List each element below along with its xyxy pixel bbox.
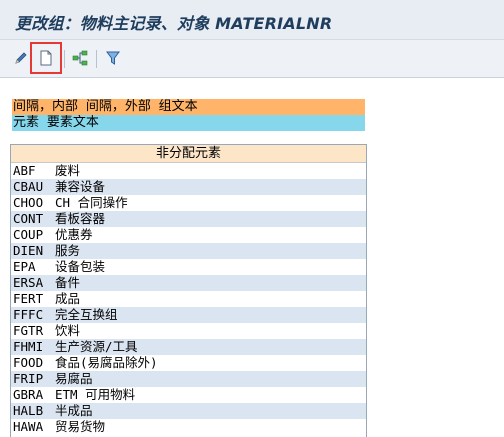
element-text: 服务 <box>55 243 81 258</box>
list-item[interactable]: CBAU 兼容设备 <box>11 179 366 195</box>
element-text: 饮料 <box>55 323 81 338</box>
list-item[interactable]: FHMI 生产资源/工具 <box>11 339 366 355</box>
list-item[interactable]: FFFC 完全互换组 <box>11 307 366 323</box>
element-text: 兼容设备 <box>55 179 106 194</box>
element-code: CBAU <box>13 179 44 194</box>
content-area: 间隔，内部 间隔，外部 组文本 元素 要素文本 非分配元素 ABF 废料 CBAU 兼… <box>0 78 504 437</box>
element-text: 看板容器 <box>55 211 106 226</box>
element-code: FOOD <box>13 355 44 370</box>
toolbar <box>0 40 504 78</box>
hierarchy-button[interactable] <box>68 46 92 70</box>
element-text: 食品(易腐品除外) <box>55 355 158 370</box>
element-code: HAWA <box>13 419 44 434</box>
list-item[interactable]: COUP 优惠券 <box>11 227 366 243</box>
element-code: FGTR <box>13 323 44 338</box>
element-text: 备件 <box>55 275 81 290</box>
element-code: ERSA <box>13 275 44 290</box>
create-button[interactable] <box>30 42 62 74</box>
element-text: 易腐品 <box>55 371 93 386</box>
element-text: 废料 <box>55 163 81 178</box>
element-code: FERT <box>13 291 44 306</box>
element-code: FHMI <box>13 339 44 354</box>
list-item[interactable]: ERSA 备件 <box>11 275 366 291</box>
filter-icon <box>106 51 120 65</box>
list-item[interactable]: DIEN 服务 <box>11 243 366 259</box>
list-item[interactable]: EPA 设备包装 <box>11 259 366 275</box>
legend-interval-row: 间隔，内部 间隔，外部 组文本 <box>12 99 365 115</box>
element-text: 优惠券 <box>55 227 93 242</box>
element-code: FFFC <box>13 307 44 322</box>
element-text: 设备包装 <box>55 259 106 274</box>
hierarchy-icon <box>72 50 88 66</box>
list-item[interactable]: FGTR 饮料 <box>11 323 366 339</box>
element-code: CHOO <box>13 195 44 210</box>
toolbar-separator <box>96 50 97 68</box>
new-document-icon <box>40 50 52 66</box>
element-code: GBRA <box>13 387 44 402</box>
list-item[interactable]: HALB 半成品 <box>11 403 366 419</box>
element-code: EPA <box>13 259 36 274</box>
list-item[interactable]: CHOO CH 合同操作 <box>11 195 366 211</box>
element-text: 贸易货物 <box>55 419 106 434</box>
element-text: 成品 <box>55 291 81 306</box>
color-legend: 间隔，内部 间隔，外部 组文本 元素 要素文本 <box>12 99 365 131</box>
element-code: ABF <box>13 163 36 178</box>
element-text: 完全互换组 <box>55 307 118 322</box>
list-item[interactable]: GBRA ETM 可用物料 <box>11 387 366 403</box>
filter-button[interactable] <box>101 46 125 70</box>
list-item[interactable]: HAWA 贸易货物 <box>11 419 366 435</box>
element-code: CONT <box>13 211 44 226</box>
list-item[interactable]: ABF 废料 <box>11 163 366 179</box>
element-text: ETM 可用物料 <box>55 387 136 402</box>
element-code: COUP <box>13 227 44 242</box>
element-text: CH 合同操作 <box>55 195 128 210</box>
list-item[interactable]: FRIP 易腐品 <box>11 371 366 387</box>
element-code: DIEN <box>13 243 44 258</box>
element-text: 生产资源/工具 <box>55 339 138 354</box>
element-list[interactable]: 非分配元素 ABF 废料 CBAU 兼容设备 CHOO CH 合同操作 CONT 看板容器 CO… <box>10 144 367 437</box>
list-item[interactable]: FERT 成品 <box>11 291 366 307</box>
list-item[interactable]: CONT 看板容器 <box>11 211 366 227</box>
edit-icon <box>15 52 27 64</box>
list-item[interactable]: FOOD 食品(易腐品除外) <box>11 355 366 371</box>
list-header: 非分配元素 <box>11 145 366 163</box>
element-code: HALB <box>13 403 44 418</box>
page-title: 更改组：物料主记录、对象 MATERIALNR <box>15 14 333 33</box>
legend-element-row: 元素 要素文本 <box>12 115 365 131</box>
element-text: 半成品 <box>55 403 93 418</box>
element-code: FRIP <box>13 371 44 386</box>
title-bar: 更改组：物料主记录、对象 MATERIALNR <box>0 0 504 40</box>
toolbar-separator <box>64 50 65 68</box>
